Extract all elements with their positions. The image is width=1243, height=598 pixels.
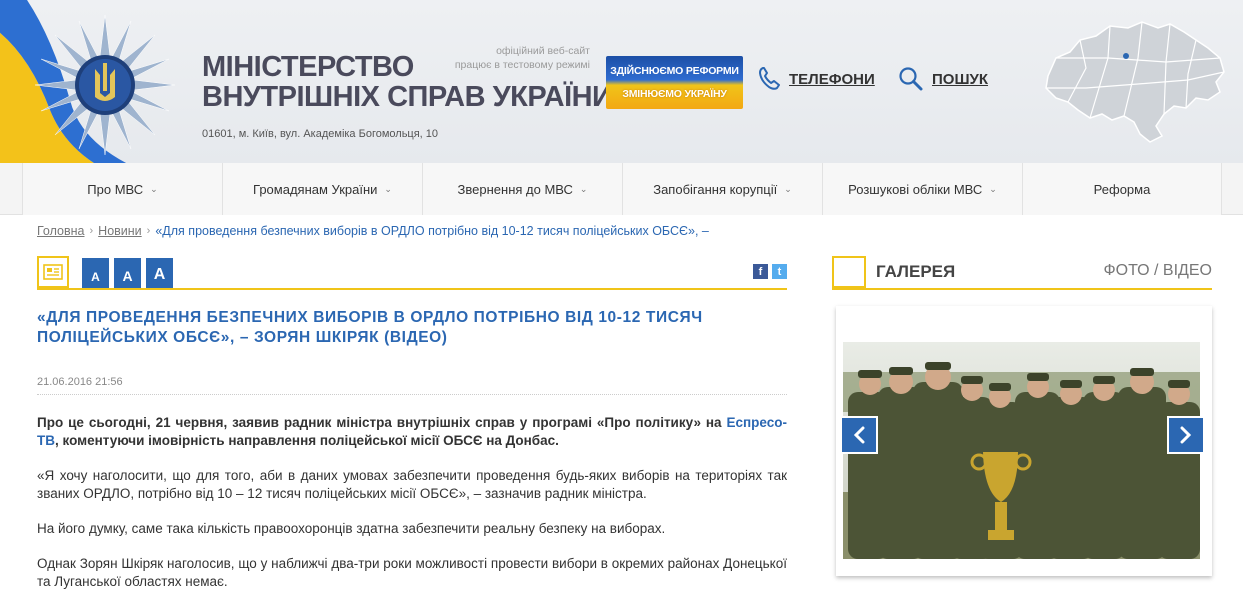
gallery-photo[interactable] [843,342,1200,559]
social-share: f t [753,264,787,279]
mvs-star-emblem-icon [34,15,176,155]
chevron-right-icon [1180,426,1192,444]
gallery-photo-image [843,342,1200,559]
phone-icon [759,67,780,90]
twitter-icon[interactable]: t [772,264,787,279]
gallery-title: ГАЛЕРЕЯ [876,262,956,281]
main-nav: Про МВС ⌄ Громадянам України ⌄ Звернення… [0,163,1243,215]
news-doc-icon [37,256,69,288]
gallery-tabs[interactable]: ФОТО / ВІДЕО [1103,262,1212,280]
ministry-address: 01601, м. Київ, вул. Академіка Богомольц… [202,128,439,140]
chevron-down-icon: ⌄ [579,183,588,194]
font-size-controls: А А А [82,258,173,288]
search-label: ПОШУК [932,70,989,88]
chevron-down-icon: ⌄ [384,183,392,194]
nav-item-anticorruption[interactable]: Запобігання корупції ⌄ [622,163,822,215]
breadcrumb: Головна › Новини › «Для проведення безпе… [37,224,709,238]
official-note-line2: працює в тестовому режимі [454,59,590,71]
site-header: МІНІСТЕРСТВО ВНУТРІШНІХ СПРАВ УКРАЇНИ 01… [0,0,1243,163]
breadcrumb-home[interactable]: Головна [37,224,85,238]
nav-item-wanted-records[interactable]: Розшукові обліки МВС ⌄ [822,163,1022,215]
article-paragraph: На його думку, саме така кількість право… [37,521,666,536]
nav-item-appeals[interactable]: Звернення до МВС ⌄ [422,163,622,215]
nav-item-label: Реформа [1093,181,1151,197]
search-link[interactable]: ПОШУК [898,66,988,92]
breadcrumb-current: «Для проведення безпечних виборів в ОРДЛ… [155,224,709,238]
gallery-next-button[interactable] [1167,416,1205,454]
chevron-down-icon: ⌄ [784,183,792,194]
official-note-line1: офіційний веб-сайт [496,45,590,57]
article-body: Про це сьогодні, 21 червня, заявив радни… [37,414,787,598]
nav-item-reform[interactable]: Реформа [1022,163,1222,215]
article-lead-before: Про це сьогодні, 21 червня, заявив радни… [37,415,727,430]
reform-banner-line1: ЗДІЙСНЮЄМО РЕФОРМИ [610,65,739,78]
breadcrumb-separator: › [89,225,94,237]
nav-item-label: Розшукові обліки МВС [848,181,983,197]
article-toolbar: А А А f t [37,256,787,290]
breadcrumb-separator: › [146,225,151,237]
article-lead-after: , коментуючи імовірність направлення пол… [55,433,559,448]
nav-item-about[interactable]: Про МВС ⌄ [22,163,222,215]
gallery-box-icon [832,256,866,288]
article-paragraph: Однак Зорян Шкіряк наголосив, що у набли… [37,556,787,589]
nav-item-citizens[interactable]: Громадянам України ⌄ [222,163,422,215]
nav-item-label: Про МВС [87,181,144,197]
phones-link[interactable]: ТЕЛЕФОНИ [757,66,875,92]
facebook-icon[interactable]: f [753,264,768,279]
article-paragraph: «Я хочу наголосити, що для того, аби в д… [37,468,787,501]
breadcrumb-news[interactable]: Новини [98,224,142,238]
font-size-medium-button[interactable]: А [114,258,141,288]
chevron-down-icon: ⌄ [989,183,997,194]
font-size-large-button[interactable]: А [146,258,173,288]
article-title: «ДЛЯ ПРОВЕДЕННЯ БЕЗПЕЧНИХ ВИБОРІВ В ОРДЛ… [37,309,703,346]
reform-banner-line2: ЗМІНЮЄМО УКРАЇНУ [622,87,727,100]
official-site-note: офіційний веб-сайт працює в тестовому ре… [440,44,590,72]
gallery-header: ГАЛЕРЕЯ ФОТО / ВІДЕО [832,256,1212,290]
article-date: 21.06.2016 21:56 [37,376,123,388]
reform-banner[interactable]: ЗДІЙСНЮЄМО РЕФОРМИ ЗМІНЮЄМО УКРАЇНУ [606,56,743,109]
gallery-prev-button[interactable] [840,416,878,454]
ukraine-map-icon[interactable] [1038,18,1228,148]
ministry-title-line2: ВНУТРІШНІХ СПРАВ УКРАЇНИ [202,81,613,113]
chevron-left-icon [853,426,865,444]
nav-item-label: Запобігання корупції [653,181,778,197]
article-lead: Про це сьогодні, 21 червня, заявив радни… [37,414,787,450]
chevron-down-icon: ⌄ [150,183,158,194]
phones-label: ТЕЛЕФОНИ [789,70,875,88]
search-icon [899,67,923,91]
nav-item-label: Громадянам України [253,181,378,197]
nav-item-label: Звернення до МВС [457,181,573,197]
divider [37,394,787,395]
font-size-small-button[interactable]: А [82,258,109,288]
